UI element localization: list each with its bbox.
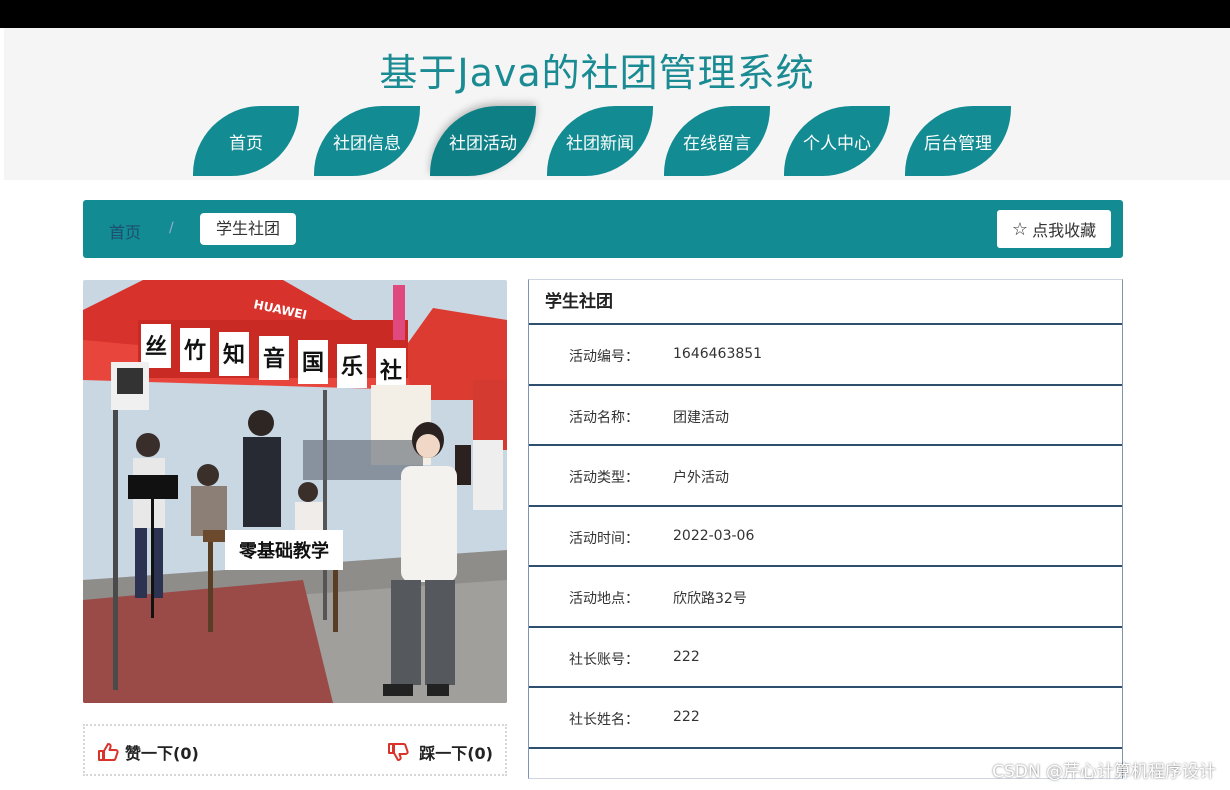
nav-home[interactable]: 首页 bbox=[193, 106, 299, 176]
like-label: 赞一下(0) bbox=[125, 744, 199, 763]
detail-value: 欣欣路32号 bbox=[673, 591, 747, 607]
detail-label: 社长姓名： bbox=[569, 712, 639, 728]
detail-row: 活动名称： 团建活动 bbox=[529, 386, 1122, 446]
detail-value: 222 bbox=[673, 709, 700, 725]
favorite-button-label: 点我收藏 bbox=[1032, 221, 1097, 240]
breadcrumb-separator: / bbox=[169, 220, 174, 236]
detail-row: 社长账号： 222 bbox=[529, 628, 1122, 688]
banner-char: 社 bbox=[380, 358, 402, 384]
like-button[interactable]: 赞一下(0) bbox=[97, 740, 199, 764]
top-black-bar bbox=[0, 0, 1230, 28]
thumbs-up-icon bbox=[98, 743, 119, 761]
banner-char: 音 bbox=[263, 346, 285, 372]
star-outline-icon: ☆ bbox=[1011, 218, 1029, 240]
dislike-label: 踩一下(0) bbox=[419, 744, 493, 763]
details-title: 学生社团 bbox=[529, 280, 1122, 325]
nav-club-news[interactable]: 社团新闻 bbox=[547, 106, 653, 176]
detail-value: 团建活动 bbox=[673, 409, 729, 426]
site-title: 基于Java的社团管理系统 bbox=[379, 51, 815, 95]
breadcrumb-home-link[interactable]: 首页 bbox=[109, 219, 141, 243]
breadcrumb: 首页 / 学生社团 ☆ 点我收藏 bbox=[83, 200, 1123, 258]
detail-label: 活动编号： bbox=[569, 349, 639, 365]
detail-row: 活动时间： 2022-03-06 bbox=[529, 507, 1122, 567]
banner-char: 知 bbox=[223, 342, 245, 368]
banner-char: 丝 bbox=[145, 334, 167, 360]
detail-label: 活动名称： bbox=[569, 409, 639, 426]
favorite-button[interactable]: ☆ 点我收藏 bbox=[997, 210, 1111, 248]
nav-club-activities[interactable]: 社团活动 bbox=[430, 106, 536, 176]
activity-details: 学生社团 活动编号： 1646463851 活动名称： 团建活动 活动类型： 户… bbox=[528, 279, 1123, 779]
activity-photo: 丝 竹 知 音 国 乐 社 HUAWEI 零基础教学 bbox=[83, 280, 507, 703]
detail-label: 活动时间： bbox=[569, 530, 639, 547]
detail-row: 活动地点： 欣欣路32号 bbox=[529, 567, 1122, 628]
detail-label: 活动地点： bbox=[569, 591, 639, 607]
table-sign-text: 零基础教学 bbox=[238, 540, 329, 562]
watermark: CSDN @芹心计算机程序设计 bbox=[992, 762, 1216, 782]
detail-value: 222 bbox=[673, 648, 700, 665]
detail-row: 活动编号： 1646463851 bbox=[529, 325, 1122, 386]
banner-char: 国 bbox=[302, 351, 324, 376]
nav-club-info[interactable]: 社团信息 bbox=[314, 106, 420, 176]
vote-box: 赞一下(0) 踩一下(0) bbox=[83, 724, 507, 776]
breadcrumb-current: 学生社团 bbox=[200, 213, 297, 245]
dislike-button[interactable]: 踩一下(0) bbox=[387, 740, 493, 764]
banner-char: 竹 bbox=[183, 338, 206, 364]
nav-online-message[interactable]: 在线留言 bbox=[664, 106, 770, 176]
thumbs-down-icon bbox=[388, 743, 409, 761]
nav-personal-center[interactable]: 个人中心 bbox=[784, 106, 890, 176]
detail-label: 活动类型： bbox=[569, 470, 639, 486]
detail-value: 户外活动 bbox=[673, 470, 729, 486]
main-nav: 首页 社团信息 社团活动 社团新闻 在线留言 个人中心 后台管理 bbox=[0, 106, 1230, 178]
nav-admin[interactable]: 后台管理 bbox=[905, 106, 1011, 176]
detail-row: 活动类型： 户外活动 bbox=[529, 446, 1122, 507]
detail-value: 1646463851 bbox=[673, 346, 763, 362]
detail-value: 2022-03-06 bbox=[673, 527, 755, 544]
detail-row: 社长姓名： 222 bbox=[529, 688, 1122, 749]
banner-char: 乐 bbox=[341, 355, 363, 380]
detail-label: 社长账号： bbox=[569, 651, 639, 668]
